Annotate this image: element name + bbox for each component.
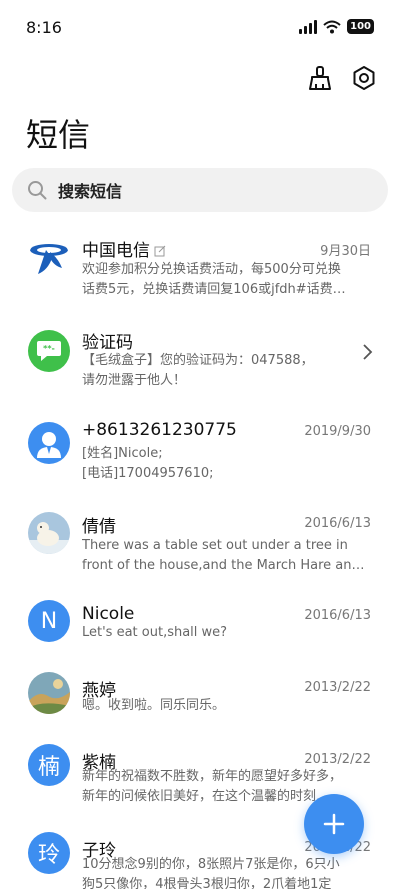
message-date: 9月30日 bbox=[320, 244, 371, 259]
message-preview-line: 请勿泄露于他人！ bbox=[82, 373, 187, 388]
search-placeholder: 搜索短信 bbox=[58, 182, 123, 201]
message-preview-line: There was a table set out under a tree i… bbox=[82, 538, 348, 553]
china-telecom-logo bbox=[28, 238, 70, 280]
message-sender: +8613261230775 bbox=[82, 420, 237, 440]
message-row[interactable]: N Nicole 2016/6/13 Let's eat out,shall w… bbox=[0, 594, 400, 674]
person-icon bbox=[28, 422, 70, 464]
message-preview-line: 新年的祝福数不胜数，新年的愿望好多好多， bbox=[82, 769, 343, 784]
message-preview-line: 【毛绒盒子】您的验证码为：047588， bbox=[82, 353, 314, 368]
message-preview-line: [电话]17004957610; bbox=[82, 466, 214, 481]
message-preview-line: front of the house,and the March Hare an… bbox=[82, 558, 365, 573]
avatar: 楠 bbox=[28, 744, 70, 786]
message-row[interactable]: 中国电信 9月30日 欢迎参加积分兑换话费活动，每500分可兑换 话费5元，兑换… bbox=[0, 226, 400, 306]
status-time: 8:16 bbox=[26, 18, 62, 37]
message-preview-line: 10分想念9别的你，8张照片7张是你，6只小 bbox=[82, 857, 340, 872]
gear-icon[interactable] bbox=[350, 64, 378, 92]
sms-code-icon: **- bbox=[28, 330, 70, 372]
message-date: 2016/6/13 bbox=[304, 608, 371, 623]
message-row[interactable]: +8613261230775 2019/9/30 [姓名]Nicole; [电话… bbox=[0, 410, 400, 490]
message-row[interactable]: **- 验证码 【毛绒盒子】您的验证码为：047588， 请勿泄露于他人！ bbox=[0, 318, 400, 398]
message-sender: 中国电信 bbox=[82, 236, 166, 261]
message-date: 2013/2/22 bbox=[304, 752, 371, 767]
wifi-icon bbox=[323, 20, 341, 33]
message-preview-line: 话费5元，兑换话费请回复106或jfdh#话费… bbox=[82, 282, 346, 297]
message-sender: 倩倩 bbox=[82, 517, 116, 537]
broom-icon[interactable] bbox=[306, 64, 334, 92]
message-date: 2019/9/30 bbox=[304, 424, 371, 439]
message-sender: Nicole bbox=[82, 604, 135, 624]
signal-icon bbox=[299, 19, 318, 34]
status-bar: 8:16 100 bbox=[0, 0, 400, 58]
chevron-right-icon bbox=[363, 344, 373, 360]
message-preview-line: Let's eat out,shall we? bbox=[82, 625, 228, 640]
message-date: 2013/2/22 bbox=[304, 680, 371, 695]
message-preview-line: 欢迎参加积分兑换话费活动，每500分可兑换 bbox=[82, 262, 341, 277]
search-input[interactable]: 搜索短信 bbox=[12, 168, 388, 212]
message-sender: 验证码 bbox=[82, 333, 133, 353]
photo-polar-bear bbox=[28, 512, 70, 554]
message-date: 2016/6/13 bbox=[304, 516, 371, 531]
svg-text:**-: **- bbox=[43, 344, 55, 353]
search-icon bbox=[28, 181, 47, 200]
status-icons: 100 bbox=[299, 19, 374, 34]
message-preview-line: [姓名]Nicole; bbox=[82, 446, 163, 461]
plus-icon bbox=[323, 813, 345, 835]
new-message-button[interactable] bbox=[304, 794, 364, 854]
edit-icon bbox=[154, 245, 166, 257]
page-title: 短信 bbox=[26, 116, 91, 154]
avatar: 玲 bbox=[28, 832, 70, 874]
message-row[interactable]: 燕婷 2013/2/22 嗯。收到啦。同乐同乐。 bbox=[0, 666, 400, 746]
photo-landscape bbox=[28, 672, 70, 714]
message-row[interactable]: 倩倩 2016/6/13 There was a table set out u… bbox=[0, 502, 400, 582]
message-preview-line: 嗯。收到啦。同乐同乐。 bbox=[82, 698, 226, 713]
battery-icon: 100 bbox=[347, 19, 374, 34]
message-preview-line: 狗5只像你，4根骨头3根归你，2爪着地1定 bbox=[82, 877, 332, 889]
avatar: N bbox=[28, 600, 70, 642]
top-actions bbox=[306, 64, 378, 92]
